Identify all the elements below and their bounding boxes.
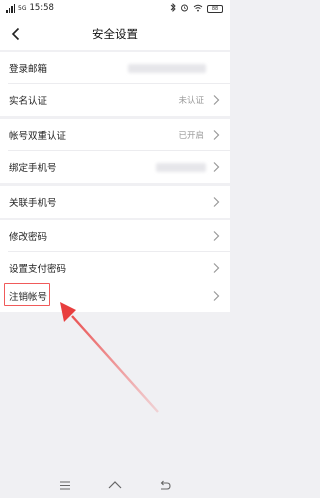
chevron-right-icon (213, 197, 220, 207)
settings-group-1: 登录邮箱 实名认证 未认证 (0, 52, 230, 116)
settings-group-2: 帐号双重认证 已开启 绑定手机号 (0, 119, 230, 183)
row-value: 未认证 (178, 96, 204, 106)
row-label: 关联手机号 (9, 198, 57, 209)
chevron-right-icon (213, 95, 220, 105)
chevron-right-icon (213, 130, 220, 140)
system-nav-bar (0, 472, 230, 498)
chevron-right-icon (213, 162, 220, 172)
row-label: 设置支付密码 (9, 264, 67, 275)
settings-group-4: 修改密码 设置支付密码 (0, 220, 230, 284)
highlight-box (4, 283, 50, 306)
back-nav-icon[interactable] (155, 475, 175, 495)
alarm-icon (180, 3, 189, 14)
row-change-password[interactable]: 修改密码 (0, 220, 230, 252)
page-title: 安全设置 (92, 27, 138, 41)
status-bar: 5G 15:58 88 (0, 0, 230, 18)
battery-level: 88 (211, 5, 219, 12)
email-value-redacted (128, 63, 206, 73)
bluetooth-icon (170, 2, 176, 14)
row-linked-phone[interactable]: 关联手机号 (0, 186, 230, 218)
nav-bar: 安全设置 (0, 18, 230, 50)
row-label: 修改密码 (9, 232, 48, 243)
row-label: 实名认证 (9, 96, 48, 107)
menu-icon[interactable] (55, 475, 75, 495)
row-two-factor[interactable]: 帐号双重认证 已开启 (0, 119, 230, 151)
row-label: 帐号双重认证 (9, 131, 67, 142)
chevron-right-icon (213, 231, 220, 241)
status-time: 15:58 (29, 3, 54, 13)
wifi-icon (193, 4, 203, 14)
row-value: 已开启 (178, 131, 204, 141)
row-label: 登录邮箱 (9, 64, 48, 75)
row-bind-phone[interactable]: 绑定手机号 (0, 151, 230, 183)
network-type: 5G (18, 4, 27, 12)
chevron-right-icon (213, 291, 220, 301)
row-label: 绑定手机号 (9, 163, 57, 174)
home-icon[interactable] (105, 475, 125, 495)
signal-icon (6, 3, 15, 13)
row-real-name[interactable]: 实名认证 未认证 (0, 84, 230, 116)
phone-value-redacted (156, 162, 206, 172)
chevron-right-icon (213, 263, 220, 273)
row-login-email[interactable]: 登录邮箱 (0, 52, 230, 84)
battery-icon: 88 (207, 4, 223, 13)
settings-group-3: 关联手机号 (0, 186, 230, 218)
